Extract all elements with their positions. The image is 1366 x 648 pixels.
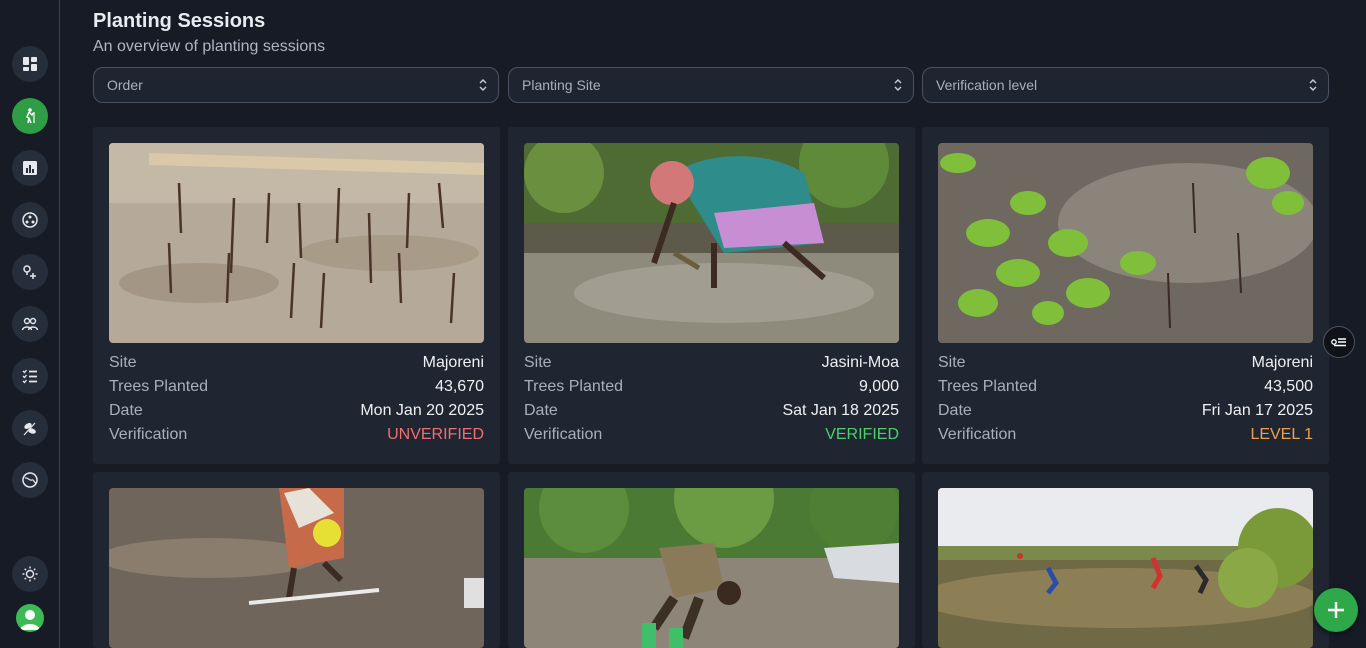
session-photo — [109, 143, 484, 343]
verification-label: Verification — [524, 426, 603, 443]
planting-site-select[interactable]: Planting Site — [508, 67, 914, 103]
verification-label: Verification — [109, 426, 188, 443]
people-icon — [21, 317, 39, 331]
nav-dashboard[interactable] — [12, 46, 48, 82]
trees-value: 9,000 — [858, 378, 899, 395]
site-value: Jasini-Moa — [821, 354, 899, 371]
verification-status: LEVEL 1 — [1250, 426, 1313, 443]
date-label: Date — [109, 402, 143, 419]
verification-level-select[interactable]: Verification level — [922, 67, 1329, 103]
verification-row: Verification UNVERIFIED — [109, 425, 484, 445]
nav-organization[interactable] — [12, 202, 48, 238]
nav-sites[interactable] — [12, 254, 48, 290]
sidebar — [0, 0, 60, 648]
date-label: Date — [524, 402, 558, 419]
site-label: Site — [524, 354, 552, 371]
sites-icon — [23, 265, 36, 279]
page-subtitle: An overview of planting sessions — [93, 38, 326, 55]
date-row: Date Mon Jan 20 2025 — [109, 401, 484, 421]
date-value: Sat Jan 18 2025 — [782, 402, 899, 419]
organization-icon — [22, 212, 38, 228]
date-value: Mon Jan 20 2025 — [360, 402, 484, 419]
sun-icon — [22, 566, 38, 582]
plus-icon — [1328, 602, 1344, 618]
add-session-button[interactable] — [1314, 588, 1358, 632]
trees-row: Trees Planted 43,500 — [938, 377, 1313, 397]
nav-species[interactable] — [12, 410, 48, 446]
session-photo — [109, 488, 484, 648]
trees-value: 43,500 — [1264, 378, 1313, 395]
site-label: Site — [938, 354, 966, 371]
trees-label: Trees Planted — [524, 378, 624, 395]
verification-status: VERIFIED — [825, 426, 899, 443]
chevron-up-down-icon — [1309, 79, 1317, 91]
chevron-up-down-icon — [894, 79, 902, 91]
session-photo — [524, 488, 899, 648]
trees-label: Trees Planted — [109, 378, 209, 395]
session-card[interactable] — [922, 472, 1329, 648]
reports-icon — [23, 161, 37, 175]
session-card[interactable] — [508, 472, 915, 648]
filter-toggle-button[interactable] — [1323, 326, 1355, 358]
date-row: Date Sat Jan 18 2025 — [524, 401, 899, 421]
session-photo — [938, 143, 1313, 343]
trees-label: Trees Planted — [938, 378, 1038, 395]
species-icon — [23, 422, 36, 436]
site-row: Site Majoreni — [109, 353, 484, 373]
session-photo — [938, 488, 1313, 648]
nav-people[interactable] — [12, 306, 48, 342]
verification-row: Verification LEVEL 1 — [938, 425, 1313, 445]
site-row: Site Jasini-Moa — [524, 353, 899, 373]
globe-icon — [22, 472, 38, 488]
verification-label: Verification — [938, 426, 1017, 443]
planting-site-select-label: Planting Site — [522, 77, 601, 93]
site-value: Majoreni — [1251, 354, 1313, 371]
filter-icon — [1331, 338, 1346, 347]
order-select[interactable]: Order — [93, 67, 499, 103]
date-label: Date — [938, 402, 972, 419]
page-title: Planting Sessions — [93, 10, 266, 32]
nav-reports[interactable] — [12, 150, 48, 186]
date-value: Fri Jan 17 2025 — [1201, 402, 1313, 419]
site-value: Majoreni — [422, 354, 484, 371]
session-card[interactable]: Site Jasini-Moa Trees Planted 9,000 Date… — [508, 127, 915, 464]
session-card[interactable]: Site Majoreni Trees Planted 43,670 Date … — [93, 127, 500, 464]
trees-value: 43,670 — [435, 378, 484, 395]
nav-tasks[interactable] — [12, 358, 48, 394]
tasks-list-icon — [22, 369, 37, 384]
user-avatar-icon — [20, 610, 40, 630]
site-label: Site — [109, 354, 137, 371]
theme-toggle-button[interactable] — [12, 556, 48, 592]
session-photo — [524, 143, 899, 343]
session-card[interactable]: Site Majoreni Trees Planted 43,500 Date … — [922, 127, 1329, 464]
trees-row: Trees Planted 9,000 — [524, 377, 899, 397]
session-card[interactable] — [93, 472, 500, 648]
planting-icon — [26, 108, 35, 124]
verification-level-select-label: Verification level — [936, 77, 1038, 93]
trees-row: Trees Planted 43,670 — [109, 377, 484, 397]
verification-status: UNVERIFIED — [387, 426, 484, 443]
nav-planting-sessions[interactable] — [12, 98, 48, 134]
site-row: Site Majoreni — [938, 353, 1313, 373]
date-row: Date Fri Jan 17 2025 — [938, 401, 1313, 421]
dashboard-icon — [23, 57, 37, 71]
nav-globe[interactable] — [12, 462, 48, 498]
chevron-up-down-icon — [479, 79, 487, 91]
verification-row: Verification VERIFIED — [524, 425, 899, 445]
user-avatar[interactable] — [16, 604, 44, 632]
order-select-label: Order — [107, 77, 143, 93]
